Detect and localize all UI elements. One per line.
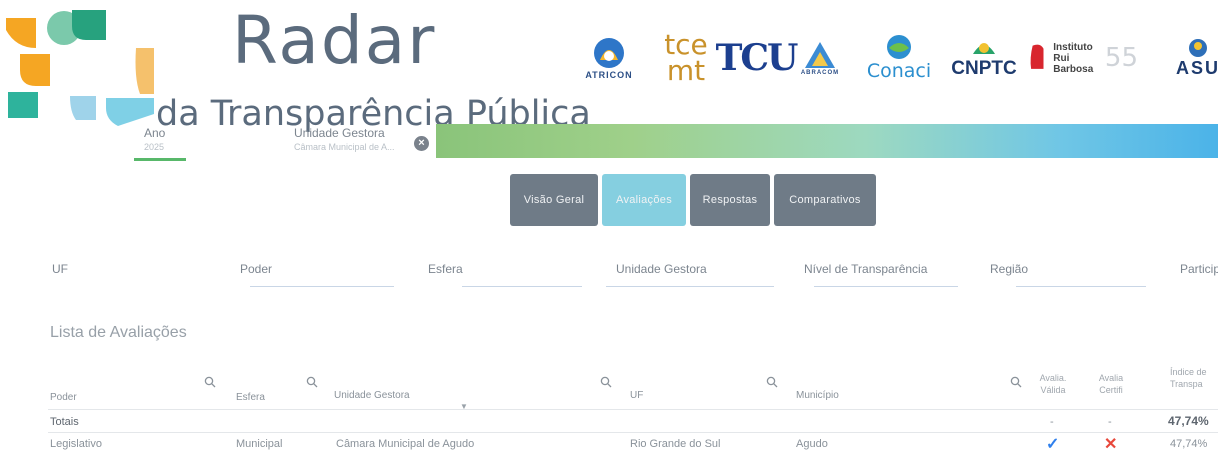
totals-certifi: - (1108, 416, 1112, 428)
column-header-municipio[interactable]: Município (796, 390, 839, 402)
search-icon[interactable] (600, 376, 612, 388)
cell-esfera: Municipal (236, 438, 283, 450)
filter-participacao[interactable]: Particip (1180, 262, 1218, 276)
filter-esfera[interactable]: Esfera (428, 262, 463, 276)
cell-uf: Rio Grande do Sul (630, 438, 721, 450)
partner-logos: ATRICON tce mt TCU ABRACOM Conaci CNPTC … (580, 18, 1218, 98)
asu-logo: ASU (1176, 18, 1218, 98)
ano-value[interactable]: 2025 (144, 142, 164, 152)
abracom-logo: ABRACOM (792, 18, 848, 98)
filter-uf[interactable]: UF (52, 262, 68, 276)
tab-visao-geral[interactable]: Visão Geral (510, 174, 598, 226)
cross-icon: ✕ (1104, 436, 1118, 452)
tab-avaliacoes[interactable]: Avaliações (602, 174, 686, 226)
decorative-gradient-bar (436, 124, 1218, 158)
tab-respostas[interactable]: Respostas (690, 174, 770, 226)
column-header-avalia-valida[interactable]: Avalia. Válida (1036, 372, 1070, 396)
atricon-icon (594, 38, 624, 68)
totals-label: Totais (50, 416, 79, 428)
column-header-unidade-gestora[interactable]: Unidade Gestora (334, 390, 410, 402)
search-icon[interactable] (306, 376, 318, 388)
totals-valida: - (1050, 416, 1054, 428)
cell-poder: Legislativo (50, 438, 102, 450)
list-title: Lista de Avaliações (50, 324, 187, 341)
filter-esfera-underline (462, 286, 582, 287)
column-header-poder[interactable]: Poder (50, 392, 77, 404)
abracom-icon (805, 42, 835, 68)
column-header-avalia-certifi[interactable]: Avalia Certifi (1094, 372, 1128, 396)
header-divider (48, 409, 1218, 410)
column-header-uf[interactable]: UF (630, 390, 643, 402)
filter-nivel-underline (814, 286, 958, 287)
column-header-esfera[interactable]: Esfera (236, 392, 265, 404)
ano-active-underline (134, 158, 186, 161)
tab-comparativos[interactable]: Comparativos (774, 174, 876, 226)
conaci-logo: Conaci (864, 18, 934, 98)
atricon-logo: ATRICON (580, 18, 638, 98)
cnptc-icon (973, 43, 995, 54)
cnptc-logo: CNPTC (948, 18, 1020, 98)
anniversary-badge: 55 (1104, 43, 1138, 73)
filter-regiao[interactable]: Região (990, 262, 1028, 276)
filter-poder-underline (250, 286, 394, 287)
cell-unidade-gestora: Câmara Municipal de Agudo (336, 438, 475, 450)
conaci-icon (887, 35, 911, 59)
tce-mt-logo: tce mt (664, 28, 708, 87)
column-header-indice-transparencia[interactable]: Índice de Transpa (1170, 366, 1216, 390)
clear-filter-icon[interactable]: × (414, 136, 429, 151)
site-header: Radar da Transparência Pública ATRICON t… (0, 0, 1218, 136)
ano-label[interactable]: Ano (144, 126, 165, 140)
filter-nivel-transparencia[interactable]: Nível de Transparência (804, 262, 927, 276)
unidade-gestora-label[interactable]: Unidade Gestora (294, 126, 385, 140)
cell-municipio: Agudo (796, 438, 828, 450)
irb-icon (1030, 44, 1044, 69)
irb-logo: Instituto Rui Barbosa 55 (1028, 18, 1138, 98)
filter-regiao-underline (1016, 286, 1146, 287)
search-icon[interactable] (766, 376, 778, 388)
radar-logo-icon (6, 10, 154, 126)
row-divider (48, 432, 1218, 433)
tcu-logo: TCU (715, 37, 799, 79)
cell-indice: 47,74% (1170, 438, 1208, 450)
totals-indice: 47,74% (1168, 414, 1209, 428)
search-icon[interactable] (1010, 376, 1022, 388)
filter-unidade-underline (606, 286, 774, 287)
check-icon: ✓ (1046, 436, 1060, 452)
asu-icon (1189, 38, 1207, 57)
unidade-gestora-value[interactable]: Câmara Municipal de A... (294, 142, 395, 152)
filter-unidade-gestora[interactable]: Unidade Gestora (616, 262, 707, 276)
search-icon[interactable] (204, 376, 216, 388)
filter-poder[interactable]: Poder (240, 262, 272, 276)
brand-title: Radar (232, 2, 437, 79)
